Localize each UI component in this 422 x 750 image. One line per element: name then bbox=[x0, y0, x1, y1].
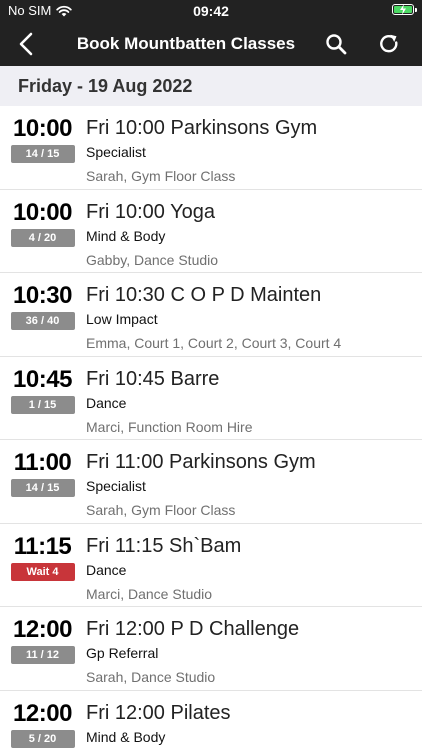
date-section-header: Friday - 19 Aug 2022 bbox=[0, 66, 422, 106]
class-category: Low Impact bbox=[86, 311, 158, 327]
status-time: 09:42 bbox=[193, 3, 229, 19]
class-category: Specialist bbox=[86, 478, 146, 494]
class-instructor-location: Sarah, Gym Floor Class bbox=[86, 502, 236, 518]
spaces-badge: 36 / 40 bbox=[10, 312, 75, 330]
class-instructor-location: Marci, Function Room Hire bbox=[86, 418, 253, 435]
class-instructor-location: Marci, Dance Studio bbox=[86, 585, 213, 602]
refresh-icon[interactable] bbox=[378, 33, 400, 55]
class-list: 10:00 14 / 15 Fri 10:00 Parkinsons Gym S… bbox=[0, 106, 422, 750]
class-row[interactable]: 11:00 14 / 15 Fri 11:00 Parkinsons Gym S… bbox=[0, 440, 422, 524]
class-time: 11:15 bbox=[13, 532, 72, 560]
class-row[interactable]: 12:00 11 / 12 Fri 12:00 P D Challenge Gp… bbox=[0, 607, 422, 691]
class-category: Specialist bbox=[86, 144, 146, 160]
class-info: Fri 10:45 Barre Dance Marci, Function Ro… bbox=[86, 366, 416, 436]
class-instructor-location: Gabby, Dance Studio bbox=[86, 251, 219, 268]
time-column: 10:00 4 / 20 bbox=[10, 198, 75, 247]
class-info: Fri 12:00 Pilates Mind & Body bbox=[86, 700, 416, 750]
page-title: Book Mountbatten Classes bbox=[76, 34, 296, 53]
class-name: Fri 11:00 Parkinsons Gym bbox=[86, 451, 316, 473]
class-category: Dance bbox=[86, 561, 127, 578]
waitlist-badge: Wait 4 bbox=[10, 562, 75, 581]
time-column: 10:00 14 / 15 bbox=[10, 114, 75, 163]
class-time: 10:45 bbox=[13, 365, 72, 393]
class-name: Fri 11:15 Sh`Bam bbox=[86, 534, 242, 557]
class-name: Fri 12:00 Pilates bbox=[86, 701, 231, 724]
battery-icon bbox=[392, 4, 417, 15]
class-instructor-location: Emma, Court 1, Court 2, Court 3, Court 4 bbox=[86, 335, 342, 351]
navigation-bar: Book Mountbatten Classes bbox=[0, 22, 422, 66]
app-screen: No SIM 09:42 Book Mountbatten Classes Fr… bbox=[0, 0, 422, 750]
class-row[interactable]: 10:00 14 / 15 Fri 10:00 Parkinsons Gym S… bbox=[0, 106, 422, 190]
time-column: 11:00 14 / 15 bbox=[10, 448, 75, 497]
class-info: Fri 10:30 C O P D Mainten Low Impact Emm… bbox=[86, 282, 416, 352]
class-info: Fri 11:15 Sh`Bam Dance Marci, Dance Stud… bbox=[86, 533, 416, 603]
class-name: Fri 10:00 Parkinsons Gym bbox=[86, 117, 318, 139]
class-info: Fri 11:00 Parkinsons Gym Specialist Sara… bbox=[86, 449, 416, 519]
battery-tip bbox=[415, 8, 417, 12]
class-info: Fri 12:00 P D Challenge Gp Referral Sara… bbox=[86, 616, 416, 686]
class-time: 11:00 bbox=[13, 449, 72, 476]
class-instructor-location: Sarah, Gym Floor Class bbox=[86, 168, 236, 184]
charging-bolt-icon bbox=[400, 4, 406, 15]
time-column: 10:45 1 / 15 bbox=[10, 365, 75, 414]
class-info: Fri 10:00 Yoga Mind & Body Gabby, Dance … bbox=[86, 199, 416, 269]
class-name: Fri 12:00 P D Challenge bbox=[86, 618, 300, 640]
time-column: 12:00 11 / 12 bbox=[10, 615, 75, 664]
class-time: 10:00 bbox=[13, 198, 72, 226]
time-column: 11:15 Wait 4 bbox=[10, 532, 75, 581]
spaces-badge: 1 / 15 bbox=[10, 395, 75, 414]
spaces-badge: 5 / 20 bbox=[10, 729, 75, 748]
class-info: Fri 10:00 Parkinsons Gym Specialist Sara… bbox=[86, 115, 416, 185]
class-name: Fri 10:45 Barre bbox=[86, 367, 220, 390]
search-icon[interactable] bbox=[325, 33, 347, 55]
back-chevron-icon[interactable] bbox=[14, 31, 40, 57]
spaces-badge: 14 / 15 bbox=[10, 145, 75, 163]
class-category: Gp Referral bbox=[86, 645, 159, 661]
status-bar: No SIM 09:42 bbox=[0, 0, 422, 22]
class-instructor-location: Sarah, Dance Studio bbox=[86, 669, 216, 685]
spaces-badge: 4 / 20 bbox=[10, 228, 75, 247]
class-row[interactable]: 10:00 4 / 20 Fri 10:00 Yoga Mind & Body … bbox=[0, 190, 422, 273]
class-category: Mind & Body bbox=[86, 728, 166, 745]
class-row[interactable]: 12:00 5 / 20 Fri 12:00 Pilates Mind & Bo… bbox=[0, 691, 422, 750]
class-row[interactable]: 10:45 1 / 15 Fri 10:45 Barre Dance Marci… bbox=[0, 357, 422, 440]
class-row[interactable]: 10:30 36 / 40 Fri 10:30 C O P D Mainten … bbox=[0, 273, 422, 357]
top-bar: No SIM 09:42 Book Mountbatten Classes bbox=[0, 0, 422, 66]
class-time: 12:00 bbox=[13, 616, 72, 643]
class-time: 12:00 bbox=[13, 699, 72, 727]
class-row[interactable]: 11:15 Wait 4 Fri 11:15 Sh`Bam Dance Marc… bbox=[0, 524, 422, 607]
class-name: Fri 10:00 Yoga bbox=[86, 200, 215, 223]
spaces-badge: 14 / 15 bbox=[10, 479, 75, 497]
class-time: 10:00 bbox=[13, 115, 72, 142]
class-name: Fri 10:30 C O P D Mainten bbox=[86, 284, 322, 306]
time-column: 12:00 5 / 20 bbox=[10, 699, 75, 748]
time-column: 10:30 36 / 40 bbox=[10, 281, 75, 330]
class-category: Dance bbox=[86, 394, 127, 411]
class-time: 10:30 bbox=[13, 282, 72, 309]
class-category: Mind & Body bbox=[86, 227, 166, 244]
spaces-badge: 11 / 12 bbox=[10, 646, 75, 664]
